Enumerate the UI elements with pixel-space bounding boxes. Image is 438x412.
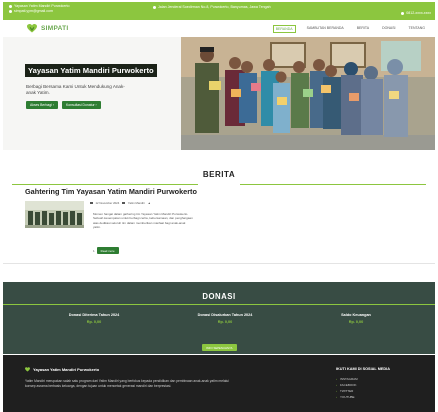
hero-section: Yayasan Yatim Mandiri Purwokerto Berbagi… — [3, 37, 435, 150]
read-more-button[interactable]: Read more — [96, 247, 119, 254]
brand-name: SIMPATI — [41, 25, 69, 32]
hero-group-photo — [181, 37, 435, 150]
hero-secondary-button[interactable]: Konsultasi Donatur › — [61, 101, 101, 109]
folder-icon — [122, 201, 125, 205]
hero-buttons: Akses Berbagi › Konsultasi Donatur › — [26, 101, 101, 109]
stat-label: Saldo Keuangan — [341, 313, 371, 317]
map-pin-icon — [153, 5, 156, 9]
donasi-section-title: DONASI — [202, 292, 236, 301]
location-icon — [9, 4, 12, 8]
post-divider — [3, 263, 435, 264]
calendar-icon — [90, 201, 93, 205]
social-title: IKUTI KAMI DI SOSIAL MEDIA — [336, 367, 390, 371]
stat-donasi-diterima: Donasi Diterima Tahun 2024 Rp. 0,00 — [39, 313, 149, 324]
top-phone-wrap: 0812-xxxx-xxxx — [401, 11, 431, 15]
donasi-section: DONASI Donasi Diterima Tahun 2024 Rp. 0,… — [3, 282, 435, 354]
berita-divider-right — [240, 184, 426, 185]
email-icon — [9, 9, 12, 13]
post-title[interactable]: Gahtering Tim Yayasan Yatim Mandiri Purw… — [25, 187, 197, 196]
stat-donasi-disalurkan: Donasi Disalurkan Tahun 2024 Rp. 0,00 — [170, 313, 280, 324]
post-meta: 12 November 2024 Yatim Mandiri ▲ — [90, 201, 151, 205]
group-photo-illustration — [181, 37, 435, 150]
top-phone[interactable]: 0812-xxxx-xxxx — [406, 11, 431, 15]
heart-leaf-icon — [27, 24, 37, 33]
read-more-row: 1 Read more — [93, 247, 119, 254]
social-links: INSTAGRAM FACEBOOK TWITTER YOUTUBE — [336, 376, 358, 400]
social-link-youtube[interactable]: YOUTUBE — [336, 394, 358, 400]
top-address-mid: Jalan Jenderal Soedirman No.8, Purwokert… — [158, 5, 271, 9]
berita-divider-left — [12, 184, 198, 185]
top-email[interactable]: simpati.yym@gmail.com — [14, 9, 53, 13]
top-contact-left: Yayasan Yatim Mandiri Purwokerto simpati… — [9, 4, 70, 14]
top-address-mid-wrap: Jalan Jenderal Soedirman No.8, Purwokert… — [153, 5, 271, 9]
hero-subtitle: Berbagi Bersama Kami Untuk Mendukung Ana… — [26, 84, 125, 95]
stat-value: Rp. 0,00 — [348, 320, 364, 324]
footer-brand-name: Yayasan Yatim Mandiri Purwokerto — [33, 367, 100, 372]
post-date: 12 November 2024 — [95, 201, 120, 205]
donasi-divider — [3, 304, 435, 305]
site-footer: Yayasan Yatim Mandiri Purwokerto Yatim M… — [3, 355, 435, 412]
stat-label: Donasi Diterima Tahun 2024 — [68, 313, 120, 317]
nav-item-berita[interactable]: BERITA — [355, 25, 371, 33]
post-thumbnail[interactable] — [25, 201, 84, 228]
footer-brand[interactable]: Yayasan Yatim Mandiri Purwokerto — [25, 367, 99, 372]
user-icon: ▲ — [147, 201, 151, 205]
top-info-bar: Yayasan Yatim Mandiri Purwokerto simpati… — [3, 2, 435, 20]
nav-item-donasi[interactable]: DONASI — [380, 25, 397, 33]
top-address-left: Yayasan Yatim Mandiri Purwokerto — [14, 4, 70, 8]
donasi-info-button[interactable]: INFO SEPENUHNYA — [202, 344, 237, 351]
stat-label: Donasi Disalurkan Tahun 2024 — [197, 313, 253, 317]
pagination-number[interactable]: 1 — [93, 249, 95, 253]
phone-icon — [401, 11, 405, 15]
post-thumbnail-illustration — [25, 201, 84, 228]
site-logo[interactable]: SIMPATI — [27, 23, 69, 34]
berita-section-title: BERITA — [202, 170, 236, 179]
stat-saldo-keuangan: Saldo Keuangan Rp. 0,00 — [301, 313, 411, 324]
heart-leaf-icon — [25, 367, 30, 372]
stat-value: Rp. 0,00 — [86, 320, 102, 324]
footer-description: Yatim Mandiri merupakan salah satu progr… — [25, 379, 229, 388]
hero-primary-button[interactable]: Akses Berbagi › — [26, 101, 58, 109]
nav-item-beranda[interactable]: BERANDA — [272, 25, 296, 33]
hero-title: Yayasan Yatim Mandiri Purwokerto — [25, 64, 157, 77]
main-navbar: SIMPATI BERANDA SAMBUTAN BERANDA BERITA … — [3, 20, 435, 37]
post-author[interactable]: Yatim Mandiri — [128, 201, 145, 205]
nav-menu: BERANDA SAMBUTAN BERANDA BERITA DONASI T… — [272, 25, 427, 33]
nav-item-tentang[interactable]: TENTANG — [407, 25, 427, 33]
post-excerpt: Momen hangat dalam gathering tim Yayasan… — [93, 212, 193, 230]
nav-item-sambutan[interactable]: SAMBUTAN BERANDA — [305, 25, 346, 33]
stat-value: Rp. 0,00 — [217, 320, 233, 324]
